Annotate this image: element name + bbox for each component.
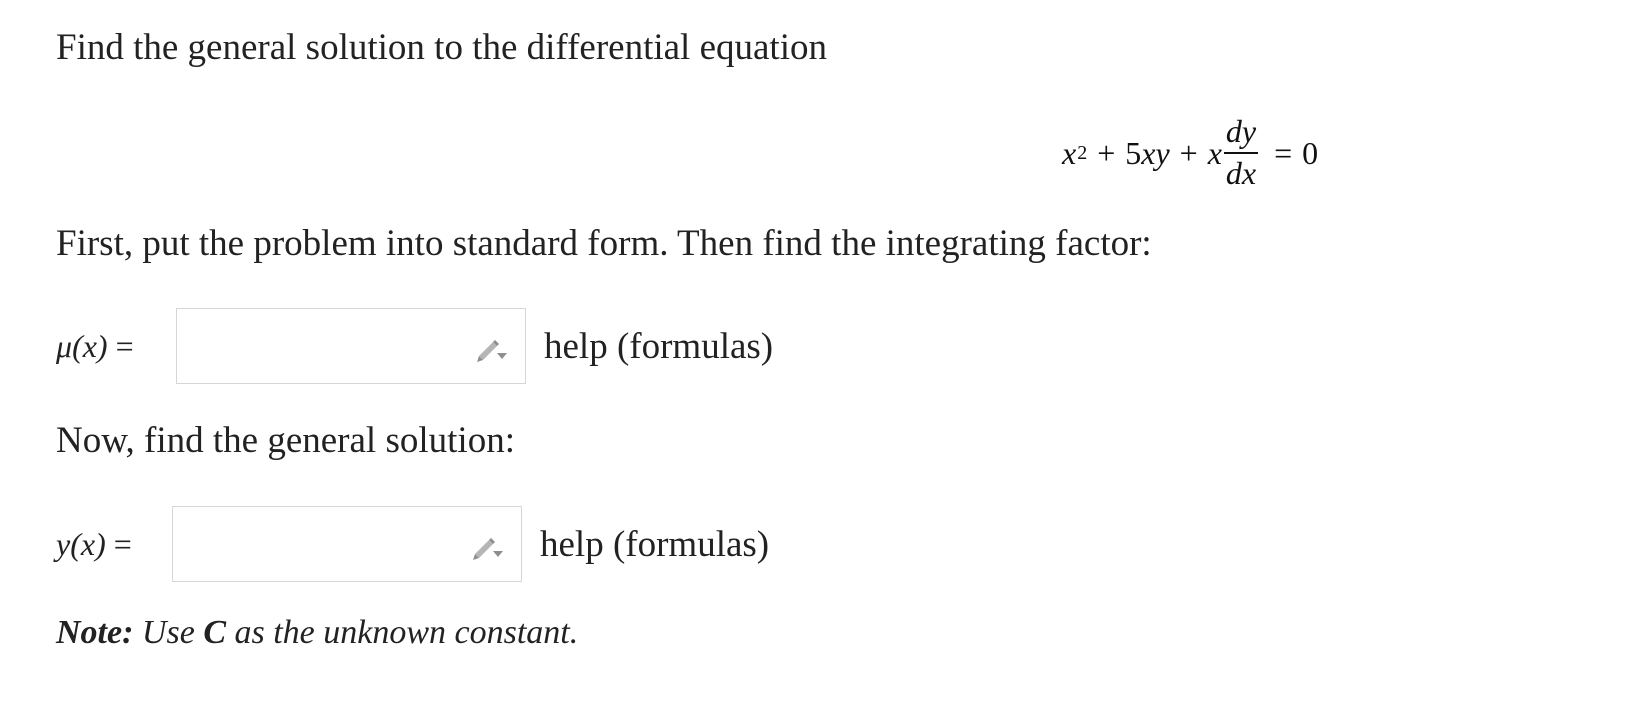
mu-answer-input[interactable] [177,309,525,383]
y-answer-row: y(x) = help (formulas) [56,504,769,584]
equation-coefficient: 5 [1125,134,1142,171]
note-label: Note: [56,614,134,651]
equation-equals: = [1274,134,1293,171]
equation-exponent: 2 [1077,141,1088,164]
fraction-bar [1223,152,1259,154]
differential-equation: x2 + 5xy + x dy dx = 0 [1062,108,1318,198]
mu-answer-row: μ(x) = help (formulas) [56,306,773,386]
mu-answer-box[interactable] [176,308,526,384]
y-answer-box[interactable] [172,506,522,582]
problem-intro: Find the general solution to the differe… [56,27,827,68]
fraction-numerator: dy [1225,113,1257,150]
integrating-factor-instruction: First, put the problem into standard for… [56,223,1152,264]
y-answer-input[interactable] [173,507,521,581]
y-label-text: y(x) [56,525,106,562]
note-text-before: Use [133,614,204,651]
equation-plus: + [1179,134,1198,171]
equation-rhs: 0 [1302,134,1319,171]
mu-label-text: μ(x) [56,327,108,364]
mu-equals: = [115,327,134,364]
note-constant: C [203,614,226,651]
y-equals: = [113,525,132,562]
equation-plus: + [1097,134,1116,171]
fraction-denominator: dx [1225,155,1257,191]
y-help-formulas-link[interactable]: help (formulas) [540,523,769,566]
equation-term-x: x [1062,134,1077,171]
note-text: Note: Use C as the unknown constant. [56,614,578,652]
pencil-dropdown-icon[interactable] [471,534,505,560]
pencil-dropdown-icon[interactable] [475,336,509,362]
note-text-after: as the unknown constant. [226,614,579,651]
y-label: y(x) = [56,526,172,563]
mu-label: μ(x) = [56,328,176,365]
mu-help-formulas-link[interactable]: help (formulas) [544,325,773,368]
general-solution-prompt: Now, find the general solution: [56,420,515,461]
equation-term-x-coeff: x [1207,134,1222,171]
derivative-fraction: dy dx [1223,113,1259,191]
equation-term-5xy: 5xy [1125,134,1170,171]
